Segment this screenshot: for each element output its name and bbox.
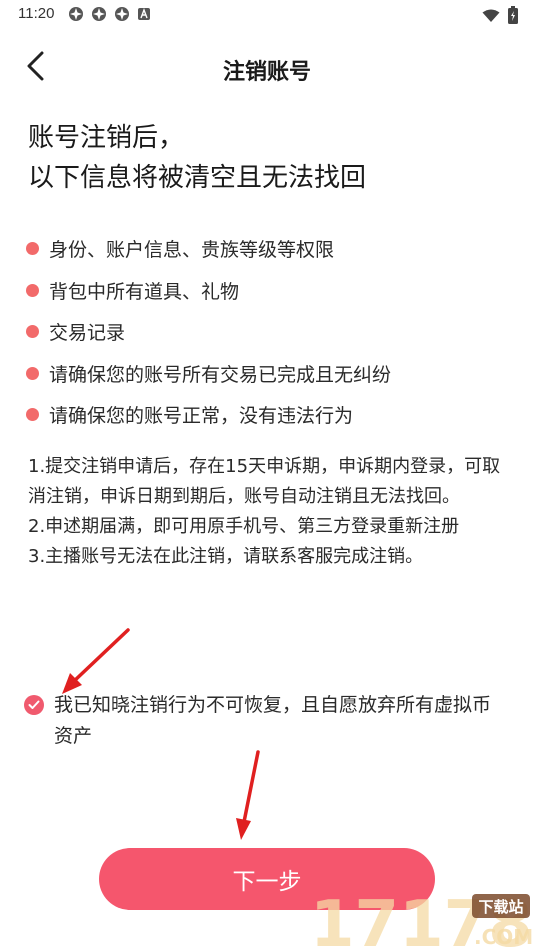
watermark-tag: 下载站 [478,898,523,916]
status-bar: 11:20 [0,0,534,30]
app-notification-icon [91,6,107,22]
list-item: 请确保您的账号正常，没有违法行为 [26,394,516,436]
next-step-button[interactable]: 下一步 [99,848,435,910]
status-notifications [68,6,153,22]
bullet-dot-icon [26,408,39,422]
headline: 账号注销后， 以下信息将被清空且无法找回 [28,118,508,198]
list-item-text: 请确保您的账号所有交易已完成且无纠纷 [49,363,392,386]
watermark-sub: .COM [474,925,533,949]
arrow-icon [62,628,130,694]
bullet-dot-icon [26,283,39,297]
bullet-dot-icon [26,242,39,256]
note-2: 2.申述期届满，即可用原手机号、第三方登录重新注册 [28,516,460,537]
note-3: 3.主播账号无法在此注销，请联系客服完成注销。 [28,546,424,567]
list-item-text: 交易记录 [49,322,126,345]
app-notification-icon [114,6,130,22]
agreement-checkbox[interactable]: 我已知晓注销行为不可恢复，且自愿放弃所有虚拟币资产 [24,690,504,752]
headline-line-1: 账号注销后， [28,123,185,153]
list-item-text: 请确保您的账号正常，没有违法行为 [49,405,354,428]
cleared-info-list: 身份、账户信息、贵族等级等权限 背包中所有道具、礼物 交易记录 请确保您的账号所… [26,228,516,436]
checkmark-icon[interactable] [24,695,44,715]
app-notification-icon [68,6,84,22]
nav-bar: 注销账号 [0,40,534,96]
bullet-dot-icon [26,325,39,339]
battery-icon [508,6,518,28]
cancellation-notes: 1.提交注销申请后，存在15天申诉期，申诉期内登录，可取消注销，申诉日期到期后，… [28,452,513,572]
list-item: 交易记录 [26,311,516,353]
status-system-icons [482,6,518,28]
list-item: 背包中所有道具、礼物 [26,270,516,312]
list-item-text: 背包中所有道具、礼物 [49,280,240,303]
page-title: 注销账号 [222,60,311,85]
list-item: 请确保您的账号所有交易已完成且无纠纷 [26,353,516,395]
list-item-text: 身份、账户信息、贵族等级等权限 [49,239,335,262]
a-badge-icon [137,6,153,22]
agreement-text: 我已知晓注销行为不可恢复，且自愿放弃所有虚拟币资产 [54,694,492,747]
headline-line-2: 以下信息将被清空且无法找回 [28,163,367,193]
arrow-icon [236,750,260,840]
note-1: 1.提交注销申请后，存在15天申诉期，申诉期内登录，可取消注销，申诉日期到期后，… [28,456,501,507]
status-time: 11:20 [18,5,55,22]
list-item: 身份、账户信息、贵族等级等权限 [26,228,516,270]
bullet-dot-icon [26,366,39,380]
wifi-icon [482,8,500,27]
